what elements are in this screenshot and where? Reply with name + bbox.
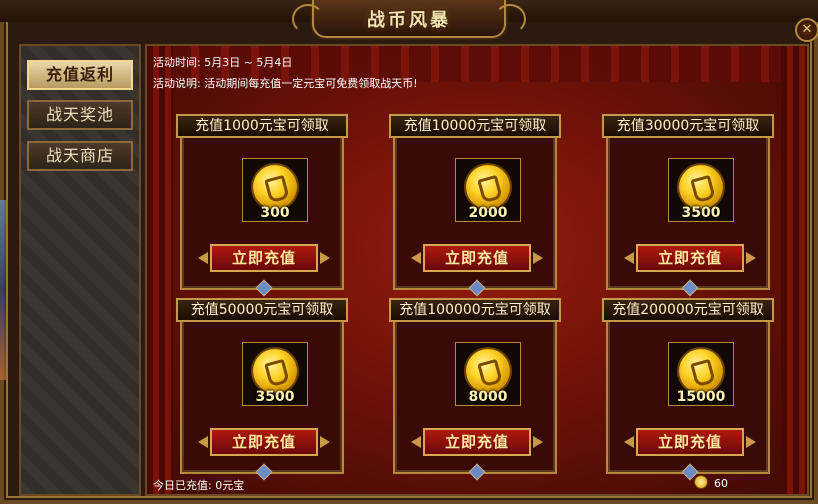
today-recharged-value: 0元宝 xyxy=(215,479,245,492)
sidebar-item-prize-pool[interactable]: 战天奖池 xyxy=(27,100,133,130)
gem-ornament xyxy=(255,279,273,297)
reward-card-title: 充值1000元宝可领取 xyxy=(176,114,348,138)
gold-coin-icon xyxy=(466,165,510,209)
title-plate: 战币风暴 xyxy=(292,0,526,38)
coin-icon xyxy=(695,476,707,488)
reward-item-slot[interactable]: 8000 xyxy=(455,342,521,406)
reward-item-slot[interactable]: 2000 xyxy=(455,158,521,222)
reward-card-title: 充值30000元宝可领取 xyxy=(602,114,774,138)
sidebar: 充值返利 战天奖池 战天商店 xyxy=(19,44,141,496)
main-panel: 活动时间: 5月3日 ~ 5月4日 活动说明: 活动期间每充值一定元宝可免费领取… xyxy=(145,44,809,496)
sidebar-item-shop[interactable]: 战天商店 xyxy=(27,141,133,171)
sidebar-item-label: 战天奖池 xyxy=(45,105,114,124)
recharge-now-button[interactable]: 立即充值 xyxy=(636,428,744,456)
activity-description-value: 活动期间每充值一定元宝可免费领取战天币! xyxy=(204,77,418,90)
activity-description-label: 活动说明: xyxy=(153,77,201,90)
sidebar-item-label: 战天商店 xyxy=(45,146,114,165)
today-recharged: 今日已充值: 0元宝 xyxy=(153,477,244,493)
reward-card-title: 充值10000元宝可领取 xyxy=(389,114,561,138)
today-recharged-label: 今日已充值: xyxy=(153,479,212,492)
gem-ornament xyxy=(681,279,699,297)
background-edge xyxy=(0,200,6,380)
curtain-right xyxy=(781,46,807,494)
reward-amount: 300 xyxy=(260,205,290,221)
reward-amount: 8000 xyxy=(468,389,508,405)
window-title: 战币风暴 xyxy=(367,10,451,31)
recharge-now-button[interactable]: 立即充值 xyxy=(210,428,318,456)
reward-card: 充值30000元宝可领取 3500 立即充值 xyxy=(602,114,774,297)
sidebar-item-label: 充值返利 xyxy=(45,65,114,84)
reward-item-slot[interactable]: 3500 xyxy=(668,158,734,222)
activity-description: 活动说明: 活动期间每充值一定元宝可免费领取战天币! xyxy=(153,75,418,91)
reward-item-slot[interactable]: 300 xyxy=(242,158,308,222)
reward-item-slot[interactable]: 15000 xyxy=(668,342,734,406)
reward-item-slot[interactable]: 3500 xyxy=(242,342,308,406)
gold-coin-icon xyxy=(253,165,297,209)
close-button[interactable]: ✕ xyxy=(795,18,818,42)
close-icon: ✕ xyxy=(801,22,813,37)
reward-amount: 3500 xyxy=(681,205,721,221)
curtain-left xyxy=(147,46,173,494)
reward-card: 充值10000元宝可领取 2000 立即充值 xyxy=(389,114,561,297)
reward-card: 充值50000元宝可领取 3500 立即充值 xyxy=(176,298,348,481)
reward-amount: 15000 xyxy=(676,389,726,405)
reward-card-title: 充值50000元宝可领取 xyxy=(176,298,348,322)
coin-balance: 60 xyxy=(714,477,728,490)
recharge-now-button[interactable]: 立即充值 xyxy=(423,428,531,456)
gold-coin-icon xyxy=(253,349,297,393)
reward-amount: 2000 xyxy=(468,205,508,221)
gold-coin-icon xyxy=(466,349,510,393)
reward-card-title: 充值100000元宝可领取 xyxy=(389,298,561,322)
activity-time: 活动时间: 5月3日 ~ 5月4日 xyxy=(153,54,292,70)
reward-card: 充值100000元宝可领取 8000 立即充值 xyxy=(389,298,561,481)
recharge-now-button[interactable]: 立即充值 xyxy=(423,244,531,272)
gem-ornament xyxy=(255,463,273,481)
gem-ornament xyxy=(468,279,486,297)
activity-time-value: 5月3日 ~ 5月4日 xyxy=(204,56,293,69)
gold-coin-icon xyxy=(679,165,723,209)
reward-card: 充值1000元宝可领取 300 立即充值 xyxy=(176,114,348,297)
reward-card-title: 充值200000元宝可领取 xyxy=(602,298,774,322)
recharge-now-button[interactable]: 立即充值 xyxy=(636,244,744,272)
reward-card: 充值200000元宝可领取 15000 立即充值 xyxy=(602,298,774,481)
gold-coin-icon xyxy=(679,349,723,393)
gem-ornament xyxy=(468,463,486,481)
sidebar-item-recharge-rebate[interactable]: 充值返利 xyxy=(27,60,133,90)
reward-amount: 3500 xyxy=(255,389,295,405)
recharge-now-button[interactable]: 立即充值 xyxy=(210,244,318,272)
activity-time-label: 活动时间: xyxy=(153,56,201,69)
